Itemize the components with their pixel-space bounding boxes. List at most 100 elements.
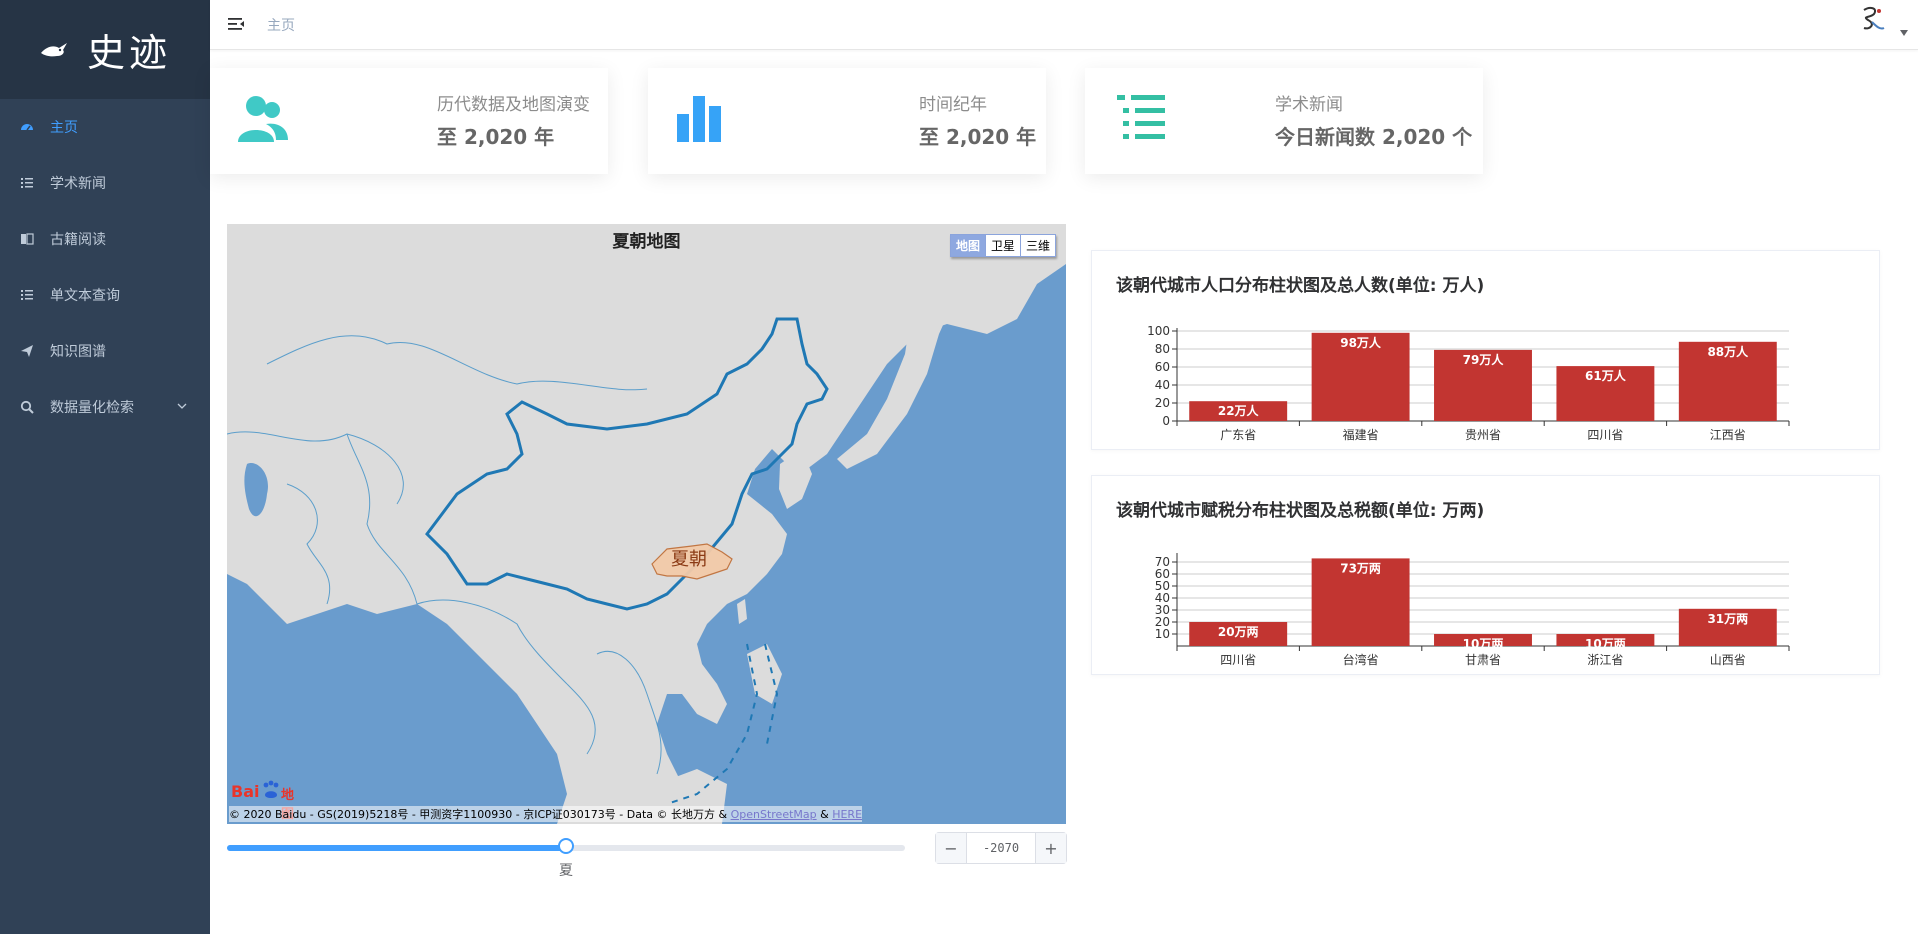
stat-label: 学术新闻 — [1275, 95, 1343, 115]
list-icon — [20, 288, 34, 302]
timeline-slider[interactable] — [227, 838, 905, 854]
sidebar-item-label: 知识图谱 — [50, 344, 106, 360]
y-tick-label: 80 — [1155, 342, 1170, 356]
decrement-button[interactable]: − — [936, 833, 967, 863]
sidebar-item-label: 单文本查询 — [50, 288, 120, 304]
bar-data-label: 10万两 — [1463, 637, 1504, 651]
x-tick-label: 山西省 — [1710, 653, 1746, 667]
x-tick-label: 四川省 — [1220, 653, 1256, 667]
timeline-slider-handle[interactable] — [558, 838, 574, 854]
map-type-map-button[interactable]: 地图 — [950, 235, 986, 256]
app-title: 史迹 — [86, 31, 171, 75]
y-tick-label: 60 — [1155, 360, 1170, 374]
bar-data-label: 88万人 — [1707, 344, 1749, 359]
baidu-paw-icon — [263, 780, 279, 798]
bar-data-label: 31万两 — [1707, 612, 1748, 626]
here-link[interactable]: HERE — [832, 808, 862, 821]
x-tick-label: 江西省 — [1710, 428, 1746, 442]
stat-label: 时间纪年 — [919, 95, 987, 115]
list-icon — [20, 176, 34, 190]
y-tick-label: 10 — [1155, 627, 1170, 641]
sidebar-item-label: 主页 — [50, 120, 78, 136]
y-tick-label: 50 — [1155, 579, 1170, 593]
map-type-3d-button[interactable]: 三维 — [1021, 235, 1055, 256]
sidebar-item-single-text-query[interactable]: 单文本查询 — [0, 267, 210, 323]
y-tick-label: 30 — [1155, 603, 1170, 617]
breadcrumb[interactable]: 主页 — [267, 15, 295, 35]
map-taiwan — [737, 599, 747, 624]
y-tick-label: 20 — [1155, 615, 1170, 629]
bar-data-label: 73万两 — [1340, 561, 1381, 575]
chevron-down-icon — [177, 403, 187, 409]
search-icon — [20, 400, 34, 414]
timeline-mark-label[interactable]: 夏 — [559, 860, 573, 880]
stat-label: 历代数据及地图演变 — [437, 95, 590, 115]
x-tick-label: 浙江省 — [1587, 653, 1623, 667]
baidu-logo-latin: Bai — [231, 782, 260, 801]
bar-data-label: 79万人 — [1463, 352, 1505, 367]
caret-down-icon[interactable] — [1900, 30, 1908, 36]
stat-card-chronology[interactable]: 时间纪年 至 2,020 年 — [648, 68, 1046, 174]
navbar: 主页 — [210, 0, 1918, 50]
y-tick-label: 100 — [1147, 324, 1170, 338]
y-tick-label: 70 — [1155, 555, 1170, 569]
x-tick-label: 四川省 — [1587, 428, 1623, 442]
tax-chart-panel: 该朝代城市赋税分布柱状图及总税额(单位: 万两) 10 20 30 40 50 60 70 2… — [1091, 475, 1880, 675]
year-stepper[interactable]: − -2070 + — [935, 832, 1067, 864]
y-tick-label: 0 — [1162, 414, 1170, 428]
sidebar-item-data-search[interactable]: 数据量化检索 — [0, 379, 210, 435]
people-icon — [238, 96, 288, 142]
map-copyright-text: © 2020 Baidu - GS(2019)5218号 - 甲测资字11009… — [229, 808, 731, 821]
bar-data-label: 20万两 — [1218, 625, 1259, 639]
xia-dynasty-region-label: 夏朝 — [671, 549, 707, 570]
bar-data-label: 98万人 — [1340, 335, 1382, 350]
population-chart-panel: 该朝代城市人口分布柱状图及总人数(单位: 万人) 0 20 40 60 80 100 22万… — [1091, 250, 1880, 450]
timeline-slider-fill — [227, 845, 566, 851]
bird-logo-icon — [40, 42, 67, 56]
sidebar-item-label: 数据量化检索 — [50, 400, 134, 416]
stat-value: 今日新闻数 2,020 个 — [1275, 125, 1473, 149]
year-input[interactable]: -2070 — [967, 833, 1035, 863]
x-tick-label: 广东省 — [1220, 428, 1256, 442]
openstreetmap-link[interactable]: OpenStreetMap — [731, 808, 817, 821]
sidebar-item-label: 学术新闻 — [50, 176, 106, 192]
bar-data-label: 61万人 — [1585, 368, 1627, 383]
y-tick-label: 60 — [1155, 567, 1170, 581]
bar-chart-icon — [677, 96, 721, 142]
increment-button[interactable]: + — [1035, 833, 1066, 863]
map-copyright-amp: & — [816, 808, 833, 821]
map-copyright: © 2020 Baidu - GS(2019)5218号 - 甲测资字11009… — [229, 806, 863, 822]
x-tick-label: 甘肃省 — [1465, 653, 1501, 667]
avatar[interactable] — [1850, 2, 1890, 42]
population-bar-chart: 0 20 40 60 80 100 22万人广东省 98万人福建省 79万人贵州省 61万人四川省… — [1147, 324, 1790, 442]
sidebar-item-ancient-books[interactable]: 古籍阅读 — [0, 211, 210, 267]
y-tick-label: 40 — [1155, 591, 1170, 605]
bar-data-label: 10万两 — [1585, 637, 1626, 651]
baidu-map-logo: Bai 地图 — [231, 776, 305, 822]
bar-data-label: 22万人 — [1218, 403, 1260, 418]
stat-value: 至 2,020 年 — [919, 125, 1037, 149]
hamburger-menu-icon[interactable] — [227, 15, 245, 33]
y-tick-label: 40 — [1155, 378, 1170, 392]
map-type-switch[interactable]: 地图 卫星 三维 — [949, 234, 1056, 257]
book-icon — [20, 232, 34, 246]
sidebar-item-knowledge-graph[interactable]: 知识图谱 — [0, 323, 210, 379]
stat-card-academic-news[interactable]: 学术新闻 今日新闻数 2,020 个 — [1085, 68, 1483, 174]
dashboard-icon — [20, 120, 34, 134]
list-icon — [1117, 95, 1165, 139]
dynasty-map[interactable]: 夏朝 夏朝地图 地图 卫星 三维 Bai 地图 © 2020 Baidu - G… — [227, 224, 1066, 824]
paper-plane-icon — [20, 344, 34, 358]
sidebar: 史迹 主页 学术新闻 古籍阅读 单文本查询 知识图谱 数据量化检索 — [0, 0, 210, 934]
sidebar-menu: 主页 学术新闻 古籍阅读 单文本查询 知识图谱 数据量化检索 — [0, 99, 210, 435]
app-logo[interactable]: 史迹 — [0, 0, 210, 99]
stat-value: 至 2,020 年 — [437, 125, 555, 149]
map-canvas[interactable]: 夏朝 — [227, 224, 1066, 824]
sidebar-item-label: 古籍阅读 — [50, 232, 106, 248]
sidebar-item-news[interactable]: 学术新闻 — [0, 155, 210, 211]
x-tick-label: 台湾省 — [1343, 652, 1379, 667]
x-tick-label: 福建省 — [1343, 427, 1379, 442]
sidebar-item-home[interactable]: 主页 — [0, 99, 210, 155]
map-type-satellite-button[interactable]: 卫星 — [986, 235, 1021, 256]
stat-card-history-data[interactable]: 历代数据及地图演变 至 2,020 年 — [210, 68, 608, 174]
y-tick-label: 20 — [1155, 396, 1170, 410]
